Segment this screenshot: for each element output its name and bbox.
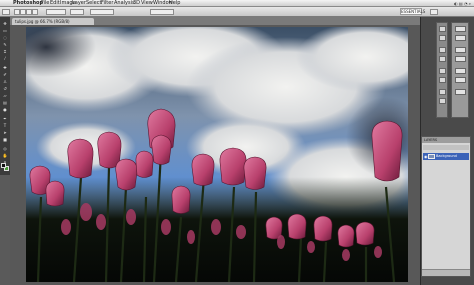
lasso-tool-icon[interactable]: ◌	[2, 35, 8, 40]
shape-tool-icon[interactable]: ■	[2, 137, 8, 142]
menu-filter[interactable]: Filter	[101, 0, 113, 7]
gradient-tool-icon[interactable]: ▤	[2, 100, 8, 105]
visibility-eye-icon[interactable]: ◉	[424, 154, 428, 159]
paragraph-panel-icon[interactable]	[455, 56, 466, 62]
menu-file[interactable]: File	[41, 0, 49, 7]
actions-panel-icon[interactable]	[439, 35, 446, 41]
document-canvas-image[interactable]	[26, 27, 408, 282]
eyedropper-tool-icon[interactable]: ⁄	[2, 56, 8, 61]
menu-bar: Photoshop File Edit Image Layer Select F…	[0, 0, 474, 7]
quick-select-tool-icon[interactable]: ✎	[2, 42, 8, 47]
layers-panel-title[interactable]: LAYERS	[422, 137, 470, 143]
adjustments-panel-icon[interactable]	[439, 89, 446, 95]
dodge-tool-icon[interactable]: ●	[2, 107, 8, 112]
pen-tool-icon[interactable]: ✒	[2, 116, 8, 121]
layers-panel: LAYERS ◉ Background	[421, 136, 471, 277]
history-brush-tool-icon[interactable]: ↺	[2, 86, 8, 91]
swatches-panel-icon[interactable]	[439, 77, 446, 83]
brush-tool-icon[interactable]: ✐	[2, 72, 8, 77]
workspace-button[interactable]: ESSENTIALS	[400, 8, 425, 15]
info-panel-icon[interactable]	[439, 56, 446, 62]
menu-3d[interactable]: 3D	[133, 0, 140, 7]
status-icons: ◐ ▤ ◔ ⌕	[454, 1, 471, 6]
foreground-color-swatch[interactable]	[1, 163, 6, 168]
clone-stamp-tool-icon[interactable]: ♙	[2, 79, 8, 84]
options-bar: ESSENTIALS	[0, 7, 474, 17]
tool-preset-button[interactable]	[2, 9, 10, 15]
menu-edit[interactable]: Edit	[50, 0, 60, 7]
styles-panel-icon[interactable]	[455, 68, 466, 74]
paths-panel-icon[interactable]	[455, 89, 466, 95]
blend-mode-row[interactable]	[423, 145, 469, 150]
history-panel-icon[interactable]	[439, 26, 446, 32]
hand-tool-icon[interactable]: ✋	[2, 153, 8, 158]
brushes-panel-icon[interactable]	[455, 26, 466, 32]
menu-view[interactable]: View	[141, 0, 153, 7]
move-tool-icon[interactable]: ✥	[2, 21, 8, 26]
document-tab[interactable]: tulips.jpg @ 66.7% (RGB/8)	[12, 18, 94, 25]
layers-panel-footer	[422, 269, 470, 276]
panel-icon-strip-labels	[451, 22, 469, 118]
menu-select[interactable]: Select	[86, 0, 101, 7]
feather-field[interactable]	[46, 9, 66, 15]
menu-layer[interactable]: Layer	[72, 0, 86, 7]
cs-live-button[interactable]	[430, 9, 438, 15]
character-panel-icon[interactable]	[455, 47, 466, 53]
menu-help[interactable]: Help	[169, 0, 180, 7]
layer-name: Background	[436, 154, 457, 158]
anti-alias-checkbox[interactable]	[70, 9, 84, 15]
type-tool-icon[interactable]: T	[2, 123, 8, 128]
menu-app-name[interactable]: Photoshop	[13, 0, 43, 7]
path-select-tool-icon[interactable]: ➤	[2, 130, 8, 135]
clone-source-panel-icon[interactable]	[455, 35, 466, 41]
refine-edge-button[interactable]	[150, 9, 174, 15]
3d-rotate-tool-icon[interactable]: ◎	[2, 146, 8, 151]
channels-panel-icon[interactable]	[455, 77, 466, 83]
color-panel-icon[interactable]	[439, 68, 446, 74]
marquee-tool-icon[interactable]: ▭	[2, 28, 8, 33]
navigator-panel-icon[interactable]	[439, 47, 446, 53]
intersect-selection-button[interactable]	[32, 9, 38, 15]
style-select[interactable]	[90, 9, 114, 15]
panel-icon-strip	[436, 22, 448, 118]
masks-panel-icon[interactable]	[439, 98, 446, 104]
tulips-photo	[26, 27, 408, 282]
crop-tool-icon[interactable]: ⌗	[2, 49, 8, 54]
menu-analysis[interactable]: Analysis	[114, 0, 135, 7]
healing-brush-tool-icon[interactable]: ✚	[2, 65, 8, 70]
layer-thumbnail	[428, 154, 435, 159]
eraser-tool-icon[interactable]: ▱	[2, 93, 8, 98]
